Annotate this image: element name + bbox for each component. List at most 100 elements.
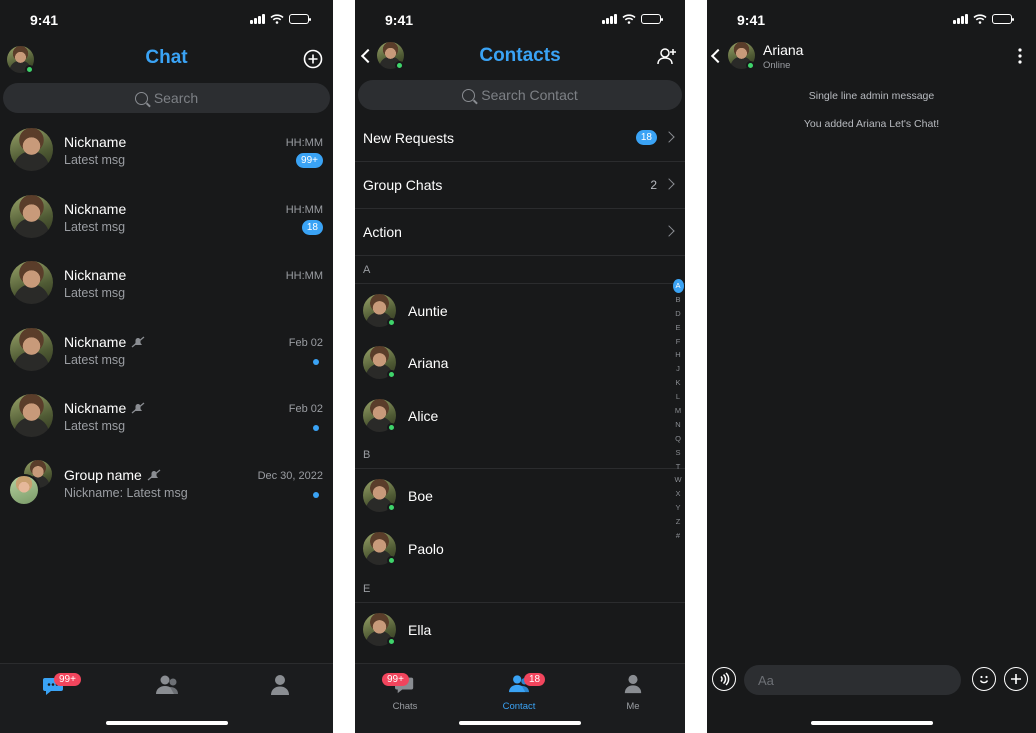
status-bar: 9:41 <box>355 0 685 38</box>
wifi-icon <box>973 14 987 24</box>
conversation-row[interactable]: Nickname Latest msg Feb 02 <box>0 383 333 449</box>
index-letter[interactable]: X <box>673 487 683 501</box>
online-status-dot <box>387 503 396 512</box>
chevron-right-icon <box>663 225 675 237</box>
emoji-icon[interactable] <box>972 667 996 691</box>
index-letter[interactable]: S <box>673 446 683 460</box>
conversation-row[interactable]: Nickname Latest msg Feb 02 <box>0 317 333 383</box>
contact-name: Ariana <box>408 355 449 371</box>
tab-contacts[interactable] <box>137 674 197 701</box>
conversation-latest-message: Latest msg <box>64 353 126 367</box>
wifi-icon <box>622 14 636 24</box>
tab-bar: 99+ <box>0 663 333 733</box>
tab-bar: Chats 99+ Contact 18 Me <box>355 663 685 733</box>
unread-badge: 99+ <box>296 153 323 168</box>
online-status-dot <box>387 423 396 432</box>
person-icon <box>271 675 289 695</box>
tab-label: Contact <box>502 701 536 712</box>
conversation-time: HH:MM <box>285 270 323 282</box>
unread-badge: 18 <box>301 220 323 235</box>
tab-chats[interactable]: 99+ <box>24 673 84 701</box>
voice-icon[interactable] <box>712 667 736 691</box>
index-letter[interactable]: Q <box>673 432 683 446</box>
search-contact-bar[interactable]: Search Contact <box>358 80 682 110</box>
index-letter[interactable]: L <box>673 390 683 404</box>
wifi-icon <box>270 14 284 24</box>
more-icon[interactable] <box>1018 48 1022 64</box>
group-avatar <box>8 460 54 506</box>
page-title: Chat <box>145 47 188 68</box>
contact-row[interactable]: Auntie <box>355 284 685 336</box>
home-indicator <box>810 721 933 725</box>
tab-label: Me <box>626 701 640 712</box>
index-letter[interactable]: J <box>673 362 683 376</box>
status-time: 9:41 <box>30 12 59 28</box>
chat-screen: 9:41 Chat Search Nickname Latest msg HH:… <box>0 0 333 733</box>
chevron-right-icon <box>663 131 675 143</box>
index-letter[interactable]: H <box>673 348 683 362</box>
alphabet-index[interactable]: A B D E F H J K L M N Q S T W X Y Z # <box>672 279 684 543</box>
index-letter[interactable]: N <box>673 418 683 432</box>
contact-row[interactable]: Paolo <box>355 522 685 574</box>
index-letter[interactable]: Y <box>673 501 683 515</box>
tab-me[interactable] <box>250 674 310 701</box>
index-letter[interactable]: K <box>673 376 683 390</box>
index-letter[interactable]: W <box>673 473 683 487</box>
contact-row[interactable]: Boe <box>355 469 685 521</box>
system-message: You added Ariana Let's Chat! <box>803 118 940 130</box>
search-icon <box>134 91 148 105</box>
unread-dot <box>313 359 319 365</box>
add-attachment-icon[interactable] <box>1004 667 1028 691</box>
group-count: 2 <box>650 178 657 192</box>
battery-icon <box>992 14 1014 24</box>
index-letter[interactable]: A <box>672 279 684 293</box>
conversation-name: Nickname <box>64 267 127 283</box>
index-letter[interactable]: Z <box>673 515 683 529</box>
contact-row[interactable]: Ariana <box>355 336 685 388</box>
unread-dot <box>313 492 319 498</box>
chevron-right-icon <box>663 178 675 190</box>
index-letter[interactable]: E <box>673 321 683 335</box>
index-letter[interactable]: B <box>673 293 683 307</box>
menu-new-requests[interactable]: New Requests 18 <box>355 115 685 162</box>
menu-label: Action <box>363 224 402 240</box>
conversation-time: Feb 02 <box>288 403 323 415</box>
index-letter[interactable]: T <box>673 460 683 474</box>
conversation-latest-message: Latest msg <box>64 153 126 167</box>
search-icon <box>462 88 476 102</box>
message-input-bar <box>707 663 1036 703</box>
tab-contacts[interactable]: Contact 18 <box>489 673 549 712</box>
contacts-screen: 9:41 Contacts Search Contact New Request… <box>355 0 685 733</box>
tab-badge: 99+ <box>54 673 81 686</box>
contact-row[interactable]: Ella <box>355 603 685 655</box>
search-bar[interactable]: Search <box>3 83 330 113</box>
add-contact-icon[interactable] <box>657 47 677 65</box>
mute-icon <box>131 336 145 348</box>
status-icons <box>602 14 663 24</box>
conversation-row[interactable]: Nickname Latest msg HH:MM <box>0 250 333 316</box>
avatar <box>10 394 53 437</box>
conversation-row[interactable]: Nickname Latest msg HH:MM 99+ <box>0 117 333 183</box>
requests-badge: 18 <box>635 130 657 145</box>
menu-group-chats[interactable]: Group Chats 2 <box>355 162 685 209</box>
index-letter[interactable]: D <box>673 307 683 321</box>
battery-icon <box>641 14 663 24</box>
home-indicator <box>105 721 228 725</box>
add-circle-icon[interactable] <box>303 49 323 69</box>
index-letter[interactable]: F <box>673 335 683 349</box>
conversation-row[interactable]: Nickname Latest msg HH:MM 18 <box>0 184 333 250</box>
message-input[interactable] <box>744 665 961 695</box>
conversation-row[interactable]: Group name Nickname: Latest msg Dec 30, … <box>0 450 333 516</box>
index-letter[interactable]: # <box>673 529 683 543</box>
menu-action[interactable]: Action <box>355 209 685 256</box>
contact-row[interactable]: Alice <box>355 389 685 441</box>
tab-chats[interactable]: Chats 99+ <box>375 673 435 712</box>
tab-me[interactable]: Me <box>603 674 663 712</box>
online-status-dot <box>746 61 755 70</box>
contact-name: Paolo <box>408 541 444 557</box>
contact-name: Alice <box>408 408 439 424</box>
index-letter[interactable]: M <box>673 404 683 418</box>
back-icon[interactable] <box>710 48 726 64</box>
mute-icon <box>131 402 145 414</box>
conversation-name: Group name <box>64 467 161 483</box>
